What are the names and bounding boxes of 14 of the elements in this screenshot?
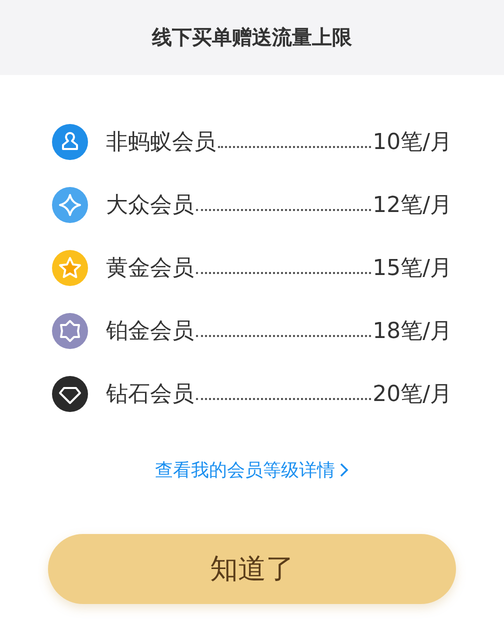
confirm-button[interactable]: 知道了 (48, 534, 456, 604)
chevron-right-icon (339, 462, 349, 478)
details-link[interactable]: 查看我的会员等级详情 (155, 458, 349, 482)
dialog-title: 线下买单赠送流量上限 (152, 24, 352, 51)
tier-limit: 18笔/月 (372, 318, 452, 346)
tier-name: 铂金会员 (106, 318, 194, 346)
tier-limit: 15笔/月 (372, 255, 452, 283)
tier-limit: 20笔/月 (372, 381, 452, 409)
tier-name: 非蚂蚁会员 (106, 129, 216, 157)
tier-name: 黄金会员 (106, 255, 194, 283)
tier-limit: 12笔/月 (372, 192, 452, 220)
tier-limit: 10笔/月 (372, 129, 452, 157)
tier-name: 大众会员 (106, 192, 194, 220)
tier-name: 钻石会员 (106, 381, 194, 409)
